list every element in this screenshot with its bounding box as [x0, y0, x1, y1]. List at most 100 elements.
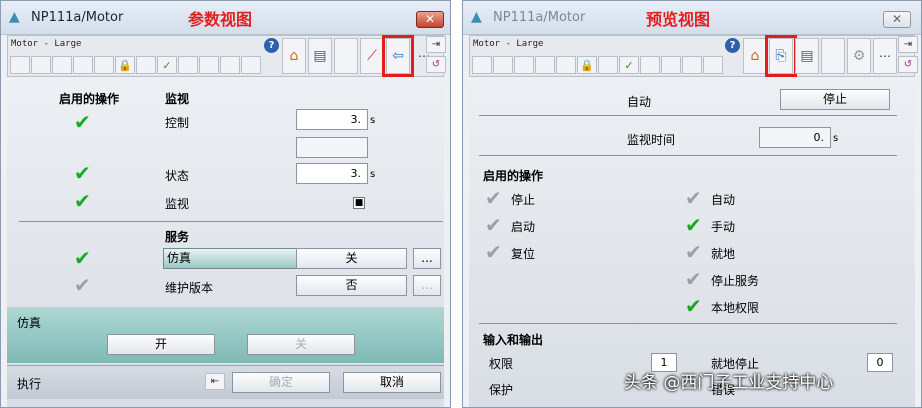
toolbar-cell[interactable]: [10, 56, 30, 74]
empty-field: [296, 137, 368, 158]
check-icon[interactable]: ✔: [74, 163, 91, 183]
local-stop-field[interactable]: 0: [867, 353, 893, 372]
check-icon[interactable]: ✔: [685, 215, 702, 235]
check-icon[interactable]: ✔: [74, 275, 91, 295]
toolbar-cell[interactable]: [682, 56, 702, 74]
view-annotation: 预览视图: [646, 10, 711, 29]
check-icon[interactable]: ✔: [685, 296, 702, 316]
check-icon[interactable]: ✔: [485, 242, 502, 262]
help-button[interactable]: ?: [725, 38, 740, 53]
toolbar-cell[interactable]: [199, 56, 219, 74]
undo-icon[interactable]: ↺: [898, 56, 918, 73]
simulation-panel: 仿真 开 关: [7, 307, 444, 363]
window-title: NP111a/Motor: [493, 10, 586, 25]
control-time-field[interactable]: 3.: [296, 109, 368, 130]
monitor-time-label: 监视时间: [627, 133, 676, 147]
op-label: 手动: [711, 220, 736, 234]
status-label: 状态: [165, 169, 190, 183]
cancel-button[interactable]: 取消: [343, 372, 441, 393]
pin-icon[interactable]: ⇥: [898, 36, 918, 53]
monitor-time-field[interactable]: 0.: [759, 127, 831, 148]
close-button[interactable]: ✕: [416, 11, 444, 28]
toolbar-blank-button[interactable]: [821, 38, 845, 74]
enabled-ops-header: 启用的操作: [483, 169, 544, 183]
confirm-button[interactable]: 确定: [232, 372, 330, 393]
divider: [19, 221, 443, 222]
divider: [479, 115, 897, 116]
check-icon[interactable]: ✔: [485, 215, 502, 235]
message-view-icon[interactable]: ▤: [308, 38, 332, 74]
stop-button[interactable]: 停止: [780, 89, 890, 110]
toolbar-cell[interactable]: [94, 56, 114, 74]
check-icon[interactable]: ✓: [619, 56, 639, 74]
on-button[interactable]: 开: [107, 334, 215, 355]
toolbar-cell[interactable]: [703, 56, 723, 74]
faceplate-label: Motor - Large: [11, 39, 82, 49]
toolbar-cell[interactable]: [73, 56, 93, 74]
preview-view-window: ▲ NP111a/Motor 预览视图 ✕ Motor - Large 🔒 ✓ …: [462, 0, 922, 408]
trend-view-icon[interactable]: ⟋: [360, 38, 384, 74]
op-label: 停止: [511, 193, 536, 207]
message-view-icon[interactable]: ▤: [795, 38, 819, 74]
simulation-more-button[interactable]: ...: [413, 248, 441, 269]
standard-view-icon[interactable]: ⌂: [743, 38, 767, 74]
maintenance-value-button[interactable]: 否: [296, 275, 407, 296]
status-time-field[interactable]: 3.: [296, 163, 368, 184]
pin-icon[interactable]: ⇥: [426, 36, 446, 53]
exec-label: 执行: [17, 377, 42, 391]
simulation-value-button[interactable]: 关: [296, 248, 407, 269]
toolbar-cell[interactable]: [640, 56, 660, 74]
check-icon[interactable]: ✓: [157, 56, 177, 74]
maintenance-more-button[interactable]: ...: [413, 275, 441, 296]
divider: [479, 323, 897, 324]
lock-icon[interactable]: 🔒: [115, 56, 135, 74]
faceplate-toolbar: Motor - Large 🔒 ✓ ? ⌂ ⎘ ▤ ⚙ ⋯ ⇥ ↺: [469, 35, 918, 77]
monitor-label: 监视: [165, 197, 190, 211]
monitor-header: 监视: [165, 92, 190, 106]
toolbar-cell[interactable]: [598, 56, 618, 74]
faceplate-toolbar: Motor - Large 🔒 ✓ ? ⌂ ▤ ⟋ ⇦ ⋯ ⇥ ↺: [7, 35, 446, 77]
title-bar[interactable]: ▲ NP111a/Motor 预览视图 ✕: [463, 1, 921, 35]
close-button[interactable]: ✕: [883, 11, 911, 28]
toolbar-cell[interactable]: [178, 56, 198, 74]
permission-label: 权限: [489, 357, 514, 371]
standard-view-icon[interactable]: ⌂: [282, 38, 306, 74]
check-icon[interactable]: ✔: [74, 248, 91, 268]
toolbar-cell[interactable]: [136, 56, 156, 74]
monitor-checkbox[interactable]: ■: [353, 197, 365, 209]
undo-icon[interactable]: ↺: [426, 56, 446, 73]
op-label: 本地权限: [711, 301, 760, 315]
toolbar-status-row: 🔒 ✓: [472, 56, 724, 74]
check-icon[interactable]: ✔: [685, 188, 702, 208]
toolbar-cell[interactable]: [52, 56, 72, 74]
off-button[interactable]: 关: [247, 334, 355, 355]
selection-highlight: [765, 35, 797, 77]
settings-view-icon[interactable]: ⚙: [847, 38, 871, 74]
pin-icon[interactable]: ⇤: [205, 373, 225, 390]
monitor-time-unit: s: [833, 133, 839, 144]
check-icon[interactable]: ✔: [74, 191, 91, 211]
check-icon[interactable]: ✔: [74, 112, 91, 132]
toolbar-cell[interactable]: [535, 56, 555, 74]
lock-icon[interactable]: 🔒: [577, 56, 597, 74]
sim-panel-title: 仿真: [17, 316, 42, 330]
toolbar-blank-button[interactable]: [334, 38, 358, 74]
faceplate-logo-icon: ▲: [471, 9, 482, 25]
check-icon[interactable]: ✔: [685, 242, 702, 262]
toolbar-cell[interactable]: [493, 56, 513, 74]
check-icon[interactable]: ✔: [685, 269, 702, 289]
toolbar-cell[interactable]: [31, 56, 51, 74]
toolbar-cell[interactable]: [472, 56, 492, 74]
toolbar-cell[interactable]: [514, 56, 534, 74]
parameter-body: 启用的操作 监视 ✔ 控制 3. s ✔ 状态 3. s ✔ 监视 ■ 服务 ✔…: [7, 81, 444, 407]
toolbar-cell[interactable]: [556, 56, 576, 74]
title-bar[interactable]: ▲ NP111a/Motor 参数视图 ✕: [1, 1, 450, 35]
toolbar-cell[interactable]: [241, 56, 261, 74]
simulation-row[interactable]: 仿真: [163, 248, 297, 269]
help-button[interactable]: ?: [264, 38, 279, 53]
service-header: 服务: [165, 230, 190, 244]
toolbar-cell[interactable]: [661, 56, 681, 74]
check-icon[interactable]: ✔: [485, 188, 502, 208]
toolbar-cell[interactable]: [220, 56, 240, 74]
more-icon[interactable]: ⋯: [873, 38, 897, 74]
